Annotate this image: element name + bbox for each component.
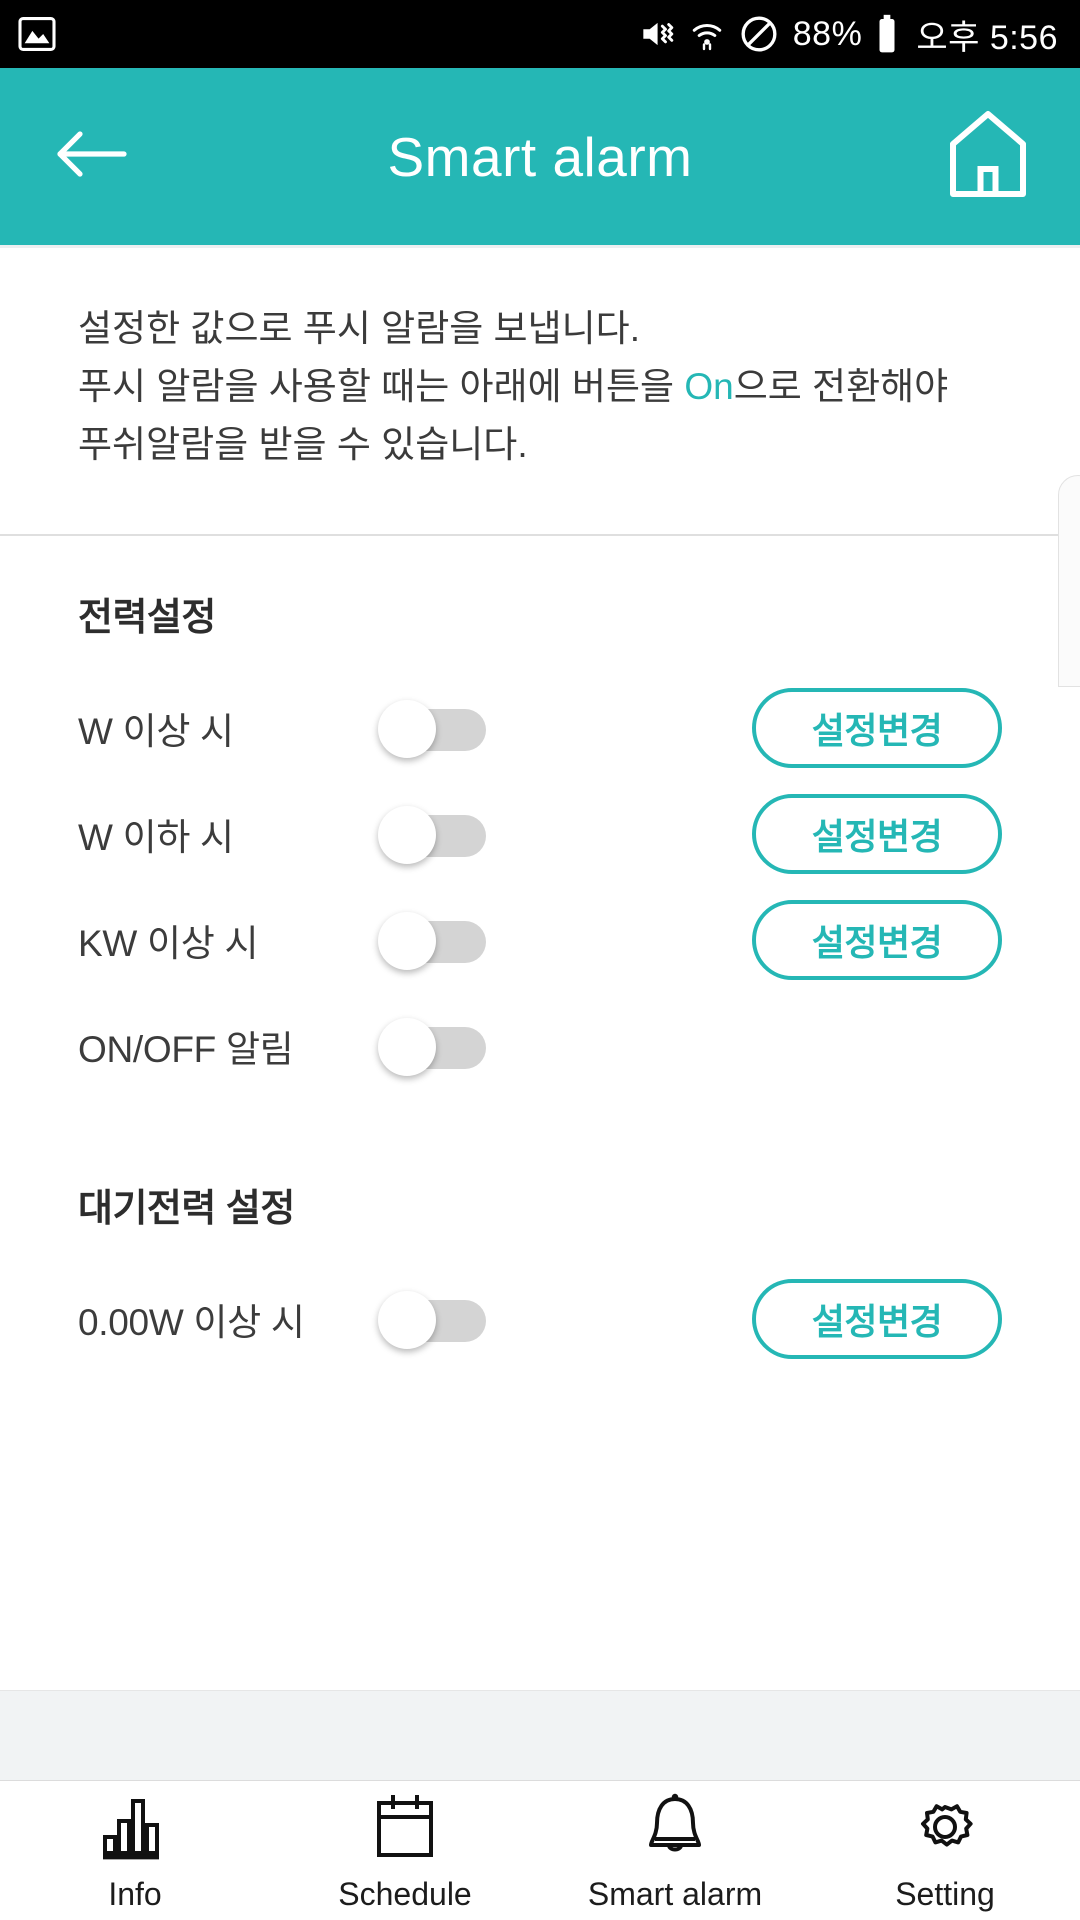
change-setting-button-standby[interactable]: 설정변경 <box>752 1279 1002 1359</box>
nav-label-info: Info <box>108 1875 162 1912</box>
toggle-standby-above[interactable] <box>378 1291 486 1349</box>
change-setting-button-kw-above[interactable]: 설정변경 <box>752 900 1002 980</box>
setting-label: ON/OFF 알림 <box>78 1029 294 1070</box>
setting-row-kw-above: KW 이상 시 설정변경 <box>78 897 1002 983</box>
do-not-disturb-icon <box>739 14 779 54</box>
setting-row-standby-above: 0.00W 이상 시 설정변경 <box>78 1276 1002 1362</box>
section-standby-power: 대기전력 설정 0.00W 이상 시 설정변경 <box>0 1177 1080 1362</box>
wifi-icon <box>689 15 725 53</box>
gear-icon <box>907 1789 983 1870</box>
toggle-knob <box>378 1018 436 1076</box>
toggle-knob <box>378 806 436 864</box>
vibrate-mute-icon <box>637 15 675 53</box>
setting-row-onoff-alert: ON/OFF 알림 <box>78 1003 1002 1089</box>
toggle-w-above[interactable] <box>378 700 486 758</box>
content-area: 설정한 값으로 푸시 알람을 보냅니다. 푸시 알람을 사용할 때는 아래에 버… <box>0 245 1080 1780</box>
back-arrow-icon <box>54 126 130 187</box>
status-left-icons <box>18 17 56 51</box>
app-screen: 88% 오후 5:56 Smart alarm 설정한 값으로 푸시 알람을 보… <box>0 0 1080 1920</box>
description-line-3: 푸쉬알람을 받을 수 있습니다. <box>78 424 528 465</box>
bell-icon <box>637 1789 713 1870</box>
nav-item-schedule[interactable]: Schedule <box>270 1789 540 1913</box>
description-line-2-after: 으로 전환해야 <box>733 366 949 407</box>
app-bar: Smart alarm <box>0 68 1080 245</box>
content-bottom-gap <box>0 1690 1080 1780</box>
setting-row-w-above: W 이상 시 설정변경 <box>78 685 1002 771</box>
description-line-2-before: 푸시 알람을 사용할 때는 아래에 버튼을 <box>78 366 685 407</box>
status-bar: 88% 오후 5:56 <box>0 0 1080 68</box>
status-clock: 오후 5:56 <box>916 18 1058 57</box>
description-on-highlight: On <box>684 366 734 407</box>
nav-item-smart-alarm[interactable]: Smart alarm <box>540 1789 810 1913</box>
image-icon <box>18 17 56 51</box>
section-divider <box>0 534 1080 536</box>
description-line-2: 푸시 알람을 사용할 때는 아래에 버튼을 On으로 전환해야 <box>78 358 1002 416</box>
nav-item-setting[interactable]: Setting <box>810 1789 1080 1913</box>
nav-label-smart-alarm: Smart alarm <box>587 1875 763 1912</box>
toggle-knob <box>378 1291 436 1349</box>
battery-icon <box>876 14 898 54</box>
home-icon <box>945 109 1031 204</box>
description-text: 설정한 값으로 푸시 알람을 보냅니다. 푸시 알람을 사용할 때는 아래에 버… <box>0 248 1080 474</box>
setting-label: 0.00W 이상 시 <box>78 1302 305 1343</box>
setting-label: KW 이상 시 <box>78 923 259 964</box>
bottom-navigation: Info Schedule Smart alarm Setting <box>0 1780 1080 1920</box>
description-line-1: 설정한 값으로 푸시 알람을 보냅니다. <box>78 308 640 349</box>
toggle-onoff-alert[interactable] <box>378 1018 486 1076</box>
back-button[interactable] <box>44 109 140 205</box>
section-title-standby: 대기전력 설정 <box>78 1188 295 1230</box>
battery-percent-label: 88% <box>792 14 863 53</box>
change-setting-button-w-below[interactable]: 설정변경 <box>752 794 1002 874</box>
status-right-icons: 88% 오후 5:56 <box>637 10 1058 59</box>
nav-label-schedule: Schedule <box>338 1875 472 1912</box>
nav-item-info[interactable]: Info <box>0 1789 270 1913</box>
nav-label-setting: Setting <box>895 1875 995 1912</box>
section-power-settings: 전력설정 W 이상 시 설정변경 W 이하 시 설정변경 KW 이상 시 설정변… <box>0 586 1080 1089</box>
setting-label: W 이상 시 <box>78 711 234 752</box>
bar-chart-icon <box>97 1789 173 1870</box>
section-title-power: 전력설정 <box>78 597 216 639</box>
setting-row-w-below: W 이하 시 설정변경 <box>78 791 1002 877</box>
toggle-knob <box>378 700 436 758</box>
setting-label: W 이하 시 <box>78 817 234 858</box>
toggle-knob <box>378 912 436 970</box>
change-setting-button-w-above[interactable]: 설정변경 <box>752 688 1002 768</box>
home-button[interactable] <box>940 109 1036 205</box>
toggle-kw-above[interactable] <box>378 912 486 970</box>
toggle-w-below[interactable] <box>378 806 486 864</box>
calendar-icon <box>367 1789 443 1870</box>
page-title: Smart alarm <box>387 125 693 188</box>
